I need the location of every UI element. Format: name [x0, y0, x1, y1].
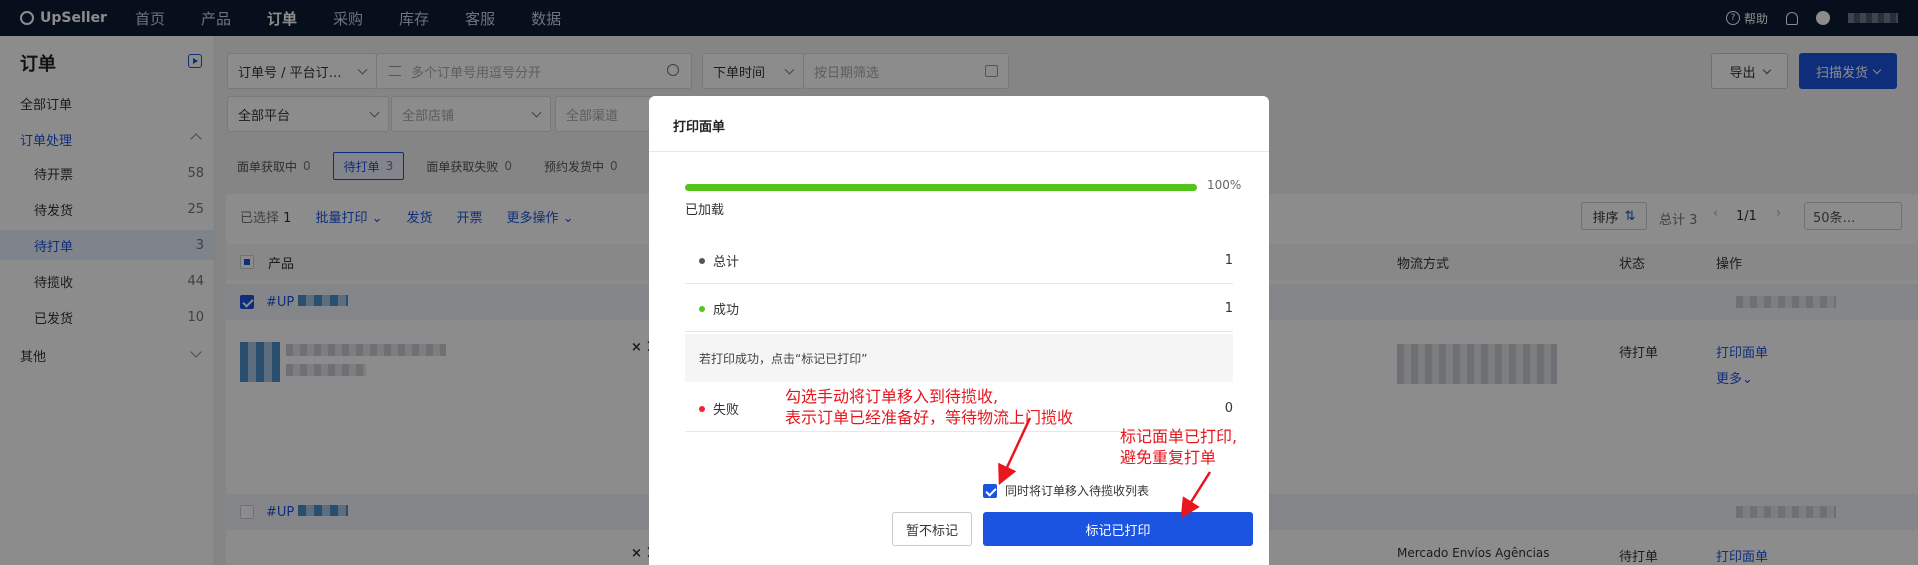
arrow-to-checkbox — [998, 417, 1032, 486]
annotation-arrows — [998, 417, 1212, 519]
arrow-to-mark-button — [1180, 471, 1212, 519]
